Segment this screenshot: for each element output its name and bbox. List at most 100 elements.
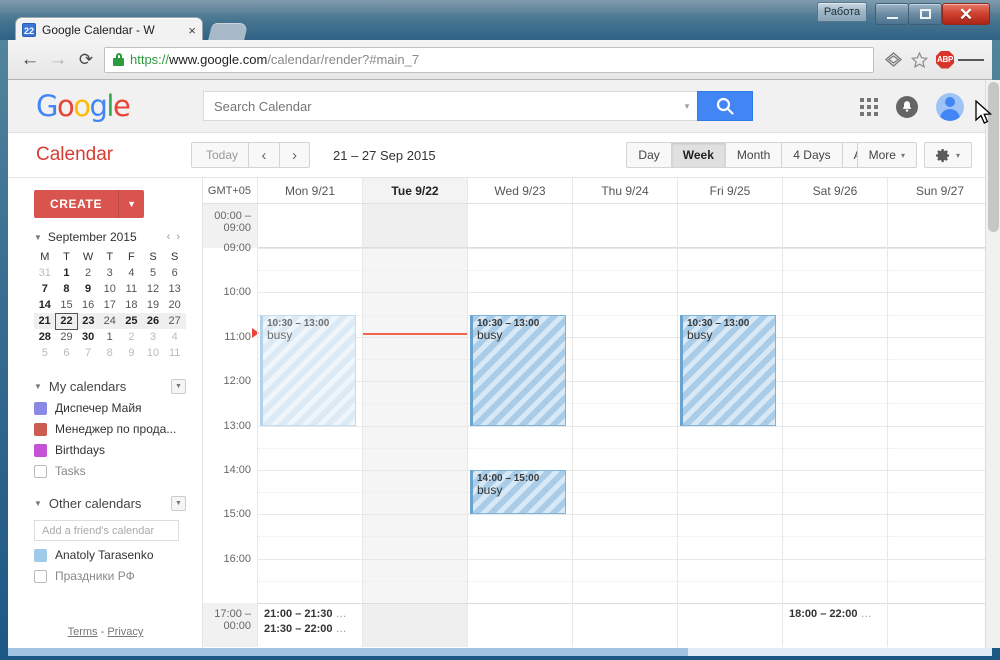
collapse-triangle-icon[interactable]: ▼ — [34, 382, 42, 391]
collapsed-morning-cell[interactable] — [258, 204, 362, 248]
create-dropdown-caret-icon[interactable]: ▼ — [118, 190, 145, 218]
other-calendar-item[interactable]: Anatoly Tarasenko — [34, 548, 186, 562]
user-avatar[interactable] — [936, 92, 964, 121]
privacy-link[interactable]: Privacy — [107, 626, 143, 638]
mini-calendar-day[interactable]: 13 — [164, 281, 186, 297]
vertical-scrollbar[interactable] — [985, 80, 1000, 648]
collapsed-event-stub[interactable]: 18:00 – 22:00 … — [783, 607, 872, 621]
calendar-color-checkbox[interactable] — [34, 422, 47, 436]
mini-calendar-week-row[interactable]: 5 6 7 8 9 10 11 — [34, 345, 186, 361]
day-header[interactable]: Fri 9/25 — [677, 178, 782, 203]
mini-calendar-day[interactable]: 11 — [121, 281, 143, 297]
day-column[interactable]: 18:00 – 22:00 … — [782, 204, 887, 647]
day-header[interactable]: Mon 9/21 — [257, 178, 362, 203]
chrome-menu-icon[interactable] — [958, 47, 985, 73]
collapsed-evening-cell[interactable] — [468, 603, 572, 647]
mini-calendar-day[interactable]: 22 — [55, 312, 78, 330]
calendar-event[interactable]: 14:00 – 15:00 busy — [470, 469, 566, 515]
tab-close-icon[interactable]: × — [188, 23, 196, 38]
mini-calendar-day[interactable]: 9 — [77, 281, 99, 297]
mini-prev-icon[interactable]: ‹ — [167, 231, 177, 243]
mini-calendar-day[interactable]: 24 — [98, 313, 121, 329]
forward-icon[interactable]: → — [44, 46, 72, 74]
adblock-plus-icon[interactable]: ABP — [932, 47, 958, 73]
collapsed-morning-cell[interactable] — [573, 204, 677, 248]
day-header[interactable]: Sun 9/27 — [887, 178, 992, 203]
mini-calendar-day[interactable]: 29 — [56, 329, 78, 345]
add-friend-calendar-input[interactable]: Add a friend's calendar — [34, 520, 179, 541]
my-calendar-item[interactable]: Tasks — [34, 464, 186, 478]
my-calendars-options-icon[interactable]: ▼ — [171, 379, 186, 394]
calendar-event[interactable]: 10:30 – 13:00 busy — [260, 314, 356, 426]
day-header[interactable]: Sat 9/26 — [782, 178, 887, 203]
collapsed-evening-cell[interactable] — [573, 603, 677, 647]
view-button-month[interactable]: Month — [724, 142, 782, 168]
mini-calendar-day[interactable]: 1 — [56, 265, 78, 281]
day-header[interactable]: Wed 9/23 — [467, 178, 572, 203]
mini-calendar-day[interactable]: 5 — [142, 265, 164, 281]
mini-calendar-day[interactable]: 5 — [34, 345, 56, 361]
mini-calendar-day[interactable]: 27 — [163, 313, 186, 329]
mini-calendar-week-row[interactable]: 31 1 2 3 4 5 6 — [34, 265, 186, 281]
mini-calendar-day[interactable]: 9 — [121, 345, 143, 361]
day-column[interactable] — [887, 204, 992, 647]
mini-calendar-day[interactable]: 21 — [34, 313, 56, 329]
view-button-day[interactable]: Day — [626, 142, 671, 168]
mini-calendar-day[interactable]: 15 — [56, 297, 78, 313]
mini-calendar-day[interactable]: 3 — [99, 265, 121, 281]
mini-calendar-day[interactable]: 26 — [142, 313, 164, 329]
day-column[interactable] — [362, 204, 467, 647]
mini-calendar-day[interactable]: 30 — [77, 329, 99, 345]
horizontal-scrollbar-thumb[interactable] — [8, 648, 688, 656]
terms-link[interactable]: Terms — [68, 626, 98, 638]
mini-calendar-day[interactable]: 6 — [56, 345, 78, 361]
horizontal-scrollbar[interactable] — [8, 648, 992, 656]
my-calendar-item[interactable]: Менеджер по прода... — [34, 422, 186, 436]
mini-calendar-week-row[interactable]: 28 29 30 1 2 3 4 — [34, 329, 186, 345]
collapsed-event-stub[interactable]: 21:00 – 21:30 … — [258, 607, 347, 621]
calendar-color-checkbox[interactable] — [34, 569, 47, 583]
collapsed-morning-cell[interactable] — [783, 204, 887, 248]
mini-calendar-day[interactable]: 7 — [77, 345, 99, 361]
calendar-event[interactable]: 10:30 – 13:00 busy — [680, 314, 776, 426]
search-button[interactable] — [697, 91, 753, 121]
mini-calendar-day[interactable]: 25 — [120, 313, 143, 329]
mini-calendar-day[interactable]: 18 — [121, 297, 143, 313]
mini-calendar-week-row[interactable]: 14 15 16 17 18 19 20 — [34, 297, 186, 313]
mini-calendar-day[interactable]: 6 — [164, 265, 186, 281]
mini-calendar-day[interactable]: 19 — [142, 297, 164, 313]
view-button-week[interactable]: Week — [670, 142, 725, 168]
mini-calendar-day[interactable]: 12 — [142, 281, 164, 297]
other-calendar-item[interactable]: Праздники РФ — [34, 569, 186, 583]
other-calendars-options-icon[interactable]: ▼ — [171, 496, 186, 511]
extension-diamond-icon[interactable] — [880, 47, 906, 73]
my-calendar-item[interactable]: Диспечер Майя — [34, 401, 186, 415]
day-column[interactable] — [572, 204, 677, 647]
next-week-button[interactable]: › — [279, 142, 310, 168]
mini-calendar-day[interactable]: 14 — [34, 297, 56, 313]
day-header[interactable]: Tue 9/22 — [362, 178, 467, 203]
calendar-color-checkbox[interactable] — [34, 548, 47, 562]
notifications-bell-icon[interactable] — [896, 95, 918, 118]
mini-calendar-day[interactable]: 8 — [99, 345, 121, 361]
browser-tab[interactable]: 22 Google Calendar - W × — [15, 17, 203, 42]
grid-body[interactable]: 00:00 –09:00 09:00 10:00 11:00 12:00 13:00 14:… — [203, 204, 992, 647]
collapse-triangle-icon[interactable]: ▼ — [34, 499, 42, 508]
mini-calendar-day[interactable]: 20 — [164, 297, 186, 313]
mini-calendar-day[interactable]: 16 — [77, 297, 99, 313]
mini-calendar-day[interactable]: 31 — [34, 265, 56, 281]
mini-calendar-nav[interactable]: ‹› — [167, 231, 186, 243]
bookmark-star-icon[interactable] — [906, 47, 932, 73]
view-button-4-days[interactable]: 4 Days — [781, 142, 842, 168]
collapsed-evening-cell[interactable] — [888, 603, 992, 647]
search-box[interactable] — [203, 91, 677, 121]
calendar-color-checkbox[interactable] — [34, 443, 47, 457]
collapsed-morning-cell[interactable] — [468, 204, 572, 248]
mini-calendar-day[interactable]: 10 — [99, 281, 121, 297]
more-views-button[interactable]: More ▾ — [856, 142, 917, 168]
back-icon[interactable]: ← — [16, 46, 44, 74]
collapsed-evening-cell[interactable] — [678, 603, 782, 647]
prev-week-button[interactable]: ‹ — [248, 142, 279, 168]
mini-next-icon[interactable]: › — [176, 231, 186, 243]
day-column[interactable]: 10:30 – 13:00 busy — [677, 204, 782, 647]
